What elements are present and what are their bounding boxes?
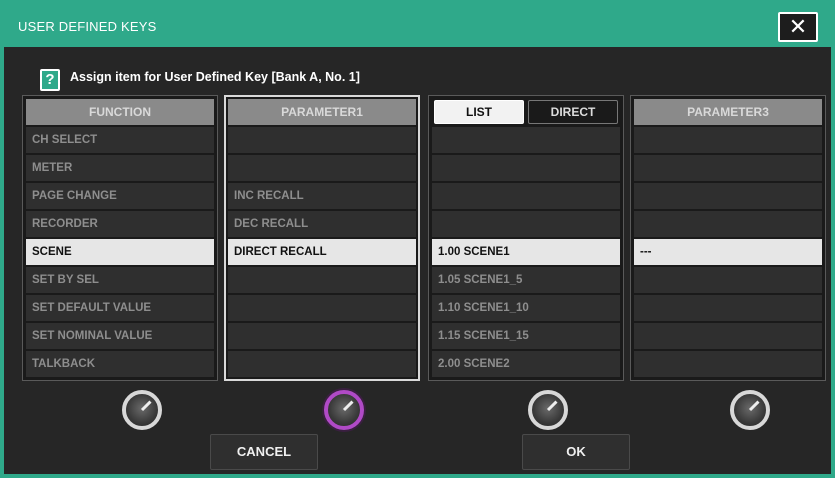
function-item[interactable]: RECORDER: [26, 211, 214, 237]
parameter1-item[interactable]: [228, 127, 416, 153]
parameter2-list: LIST DIRECT 1.00 SCENE1 1.05 SCENE1_5 1.…: [428, 95, 624, 381]
function-item[interactable]: METER: [26, 155, 214, 181]
cancel-button[interactable]: CANCEL: [210, 434, 318, 470]
parameter1-item[interactable]: [228, 295, 416, 321]
parameter1-item[interactable]: DEC RECALL: [228, 211, 416, 237]
parameter1-item[interactable]: [228, 155, 416, 181]
parameter2-item-selected[interactable]: 1.00 SCENE1: [432, 239, 620, 265]
parameter2-item[interactable]: [432, 155, 620, 181]
parameter3-list: PARAMETER3 ---: [630, 95, 826, 381]
close-icon: ✕: [788, 14, 808, 39]
parameter3-item[interactable]: [634, 351, 822, 377]
function-item[interactable]: SET NOMINAL VALUE: [26, 323, 214, 349]
parameter3-item[interactable]: [634, 211, 822, 237]
function-list: FUNCTION CH SELECT METER PAGE CHANGE REC…: [22, 95, 218, 381]
function-knob-icon[interactable]: [122, 390, 162, 430]
function-item[interactable]: CH SELECT: [26, 127, 214, 153]
parameter1-item[interactable]: [228, 267, 416, 293]
parameter2-item[interactable]: [432, 211, 620, 237]
function-item[interactable]: PAGE CHANGE: [26, 183, 214, 209]
parameter2-knob-icon[interactable]: [528, 390, 568, 430]
parameter1-item-selected[interactable]: DIRECT RECALL: [228, 239, 416, 265]
parameter3-item[interactable]: [634, 127, 822, 153]
parameter3-item[interactable]: [634, 183, 822, 209]
user-defined-keys-dialog: USER DEFINED KEYS ✕ ? Assign item for Us…: [0, 0, 835, 478]
function-item-selected[interactable]: SCENE: [26, 239, 214, 265]
parameter1-list: PARAMETER1 INC RECALL DEC RECALL DIRECT …: [224, 95, 420, 381]
parameter2-tabs: LIST DIRECT: [432, 99, 620, 125]
function-header: FUNCTION: [26, 99, 214, 125]
tab-list[interactable]: LIST: [434, 100, 524, 124]
parameter2-item[interactable]: 1.15 SCENE1_15: [432, 323, 620, 349]
assign-instruction: Assign item for User Defined Key [Bank A…: [70, 70, 360, 84]
dialog-title: USER DEFINED KEYS: [18, 19, 157, 34]
parameter3-item-selected[interactable]: ---: [634, 239, 822, 265]
parameter2-item[interactable]: [432, 183, 620, 209]
parameter2-item[interactable]: 2.00 SCENE2: [432, 351, 620, 377]
parameter1-item[interactable]: INC RECALL: [228, 183, 416, 209]
parameter1-item[interactable]: [228, 323, 416, 349]
parameter2-item[interactable]: [432, 127, 620, 153]
function-item[interactable]: SET BY SEL: [26, 267, 214, 293]
ok-button[interactable]: OK: [522, 434, 630, 470]
parameter1-header: PARAMETER1: [228, 99, 416, 125]
parameter3-knob-icon[interactable]: [730, 390, 770, 430]
tab-direct[interactable]: DIRECT: [528, 100, 618, 124]
close-button[interactable]: ✕: [778, 12, 818, 42]
function-item[interactable]: SET DEFAULT VALUE: [26, 295, 214, 321]
title-bar: USER DEFINED KEYS ✕: [4, 4, 831, 47]
parameter1-knob-icon[interactable]: [324, 390, 364, 430]
parameter1-item[interactable]: [228, 351, 416, 377]
parameter3-item[interactable]: [634, 155, 822, 181]
parameter3-item[interactable]: [634, 267, 822, 293]
function-item[interactable]: TALKBACK: [26, 351, 214, 377]
parameter2-item[interactable]: 1.10 SCENE1_10: [432, 295, 620, 321]
parameter3-header: PARAMETER3: [634, 99, 822, 125]
parameter3-item[interactable]: [634, 323, 822, 349]
parameter3-item[interactable]: [634, 295, 822, 321]
parameter2-item[interactable]: 1.05 SCENE1_5: [432, 267, 620, 293]
help-icon[interactable]: ?: [40, 69, 60, 91]
